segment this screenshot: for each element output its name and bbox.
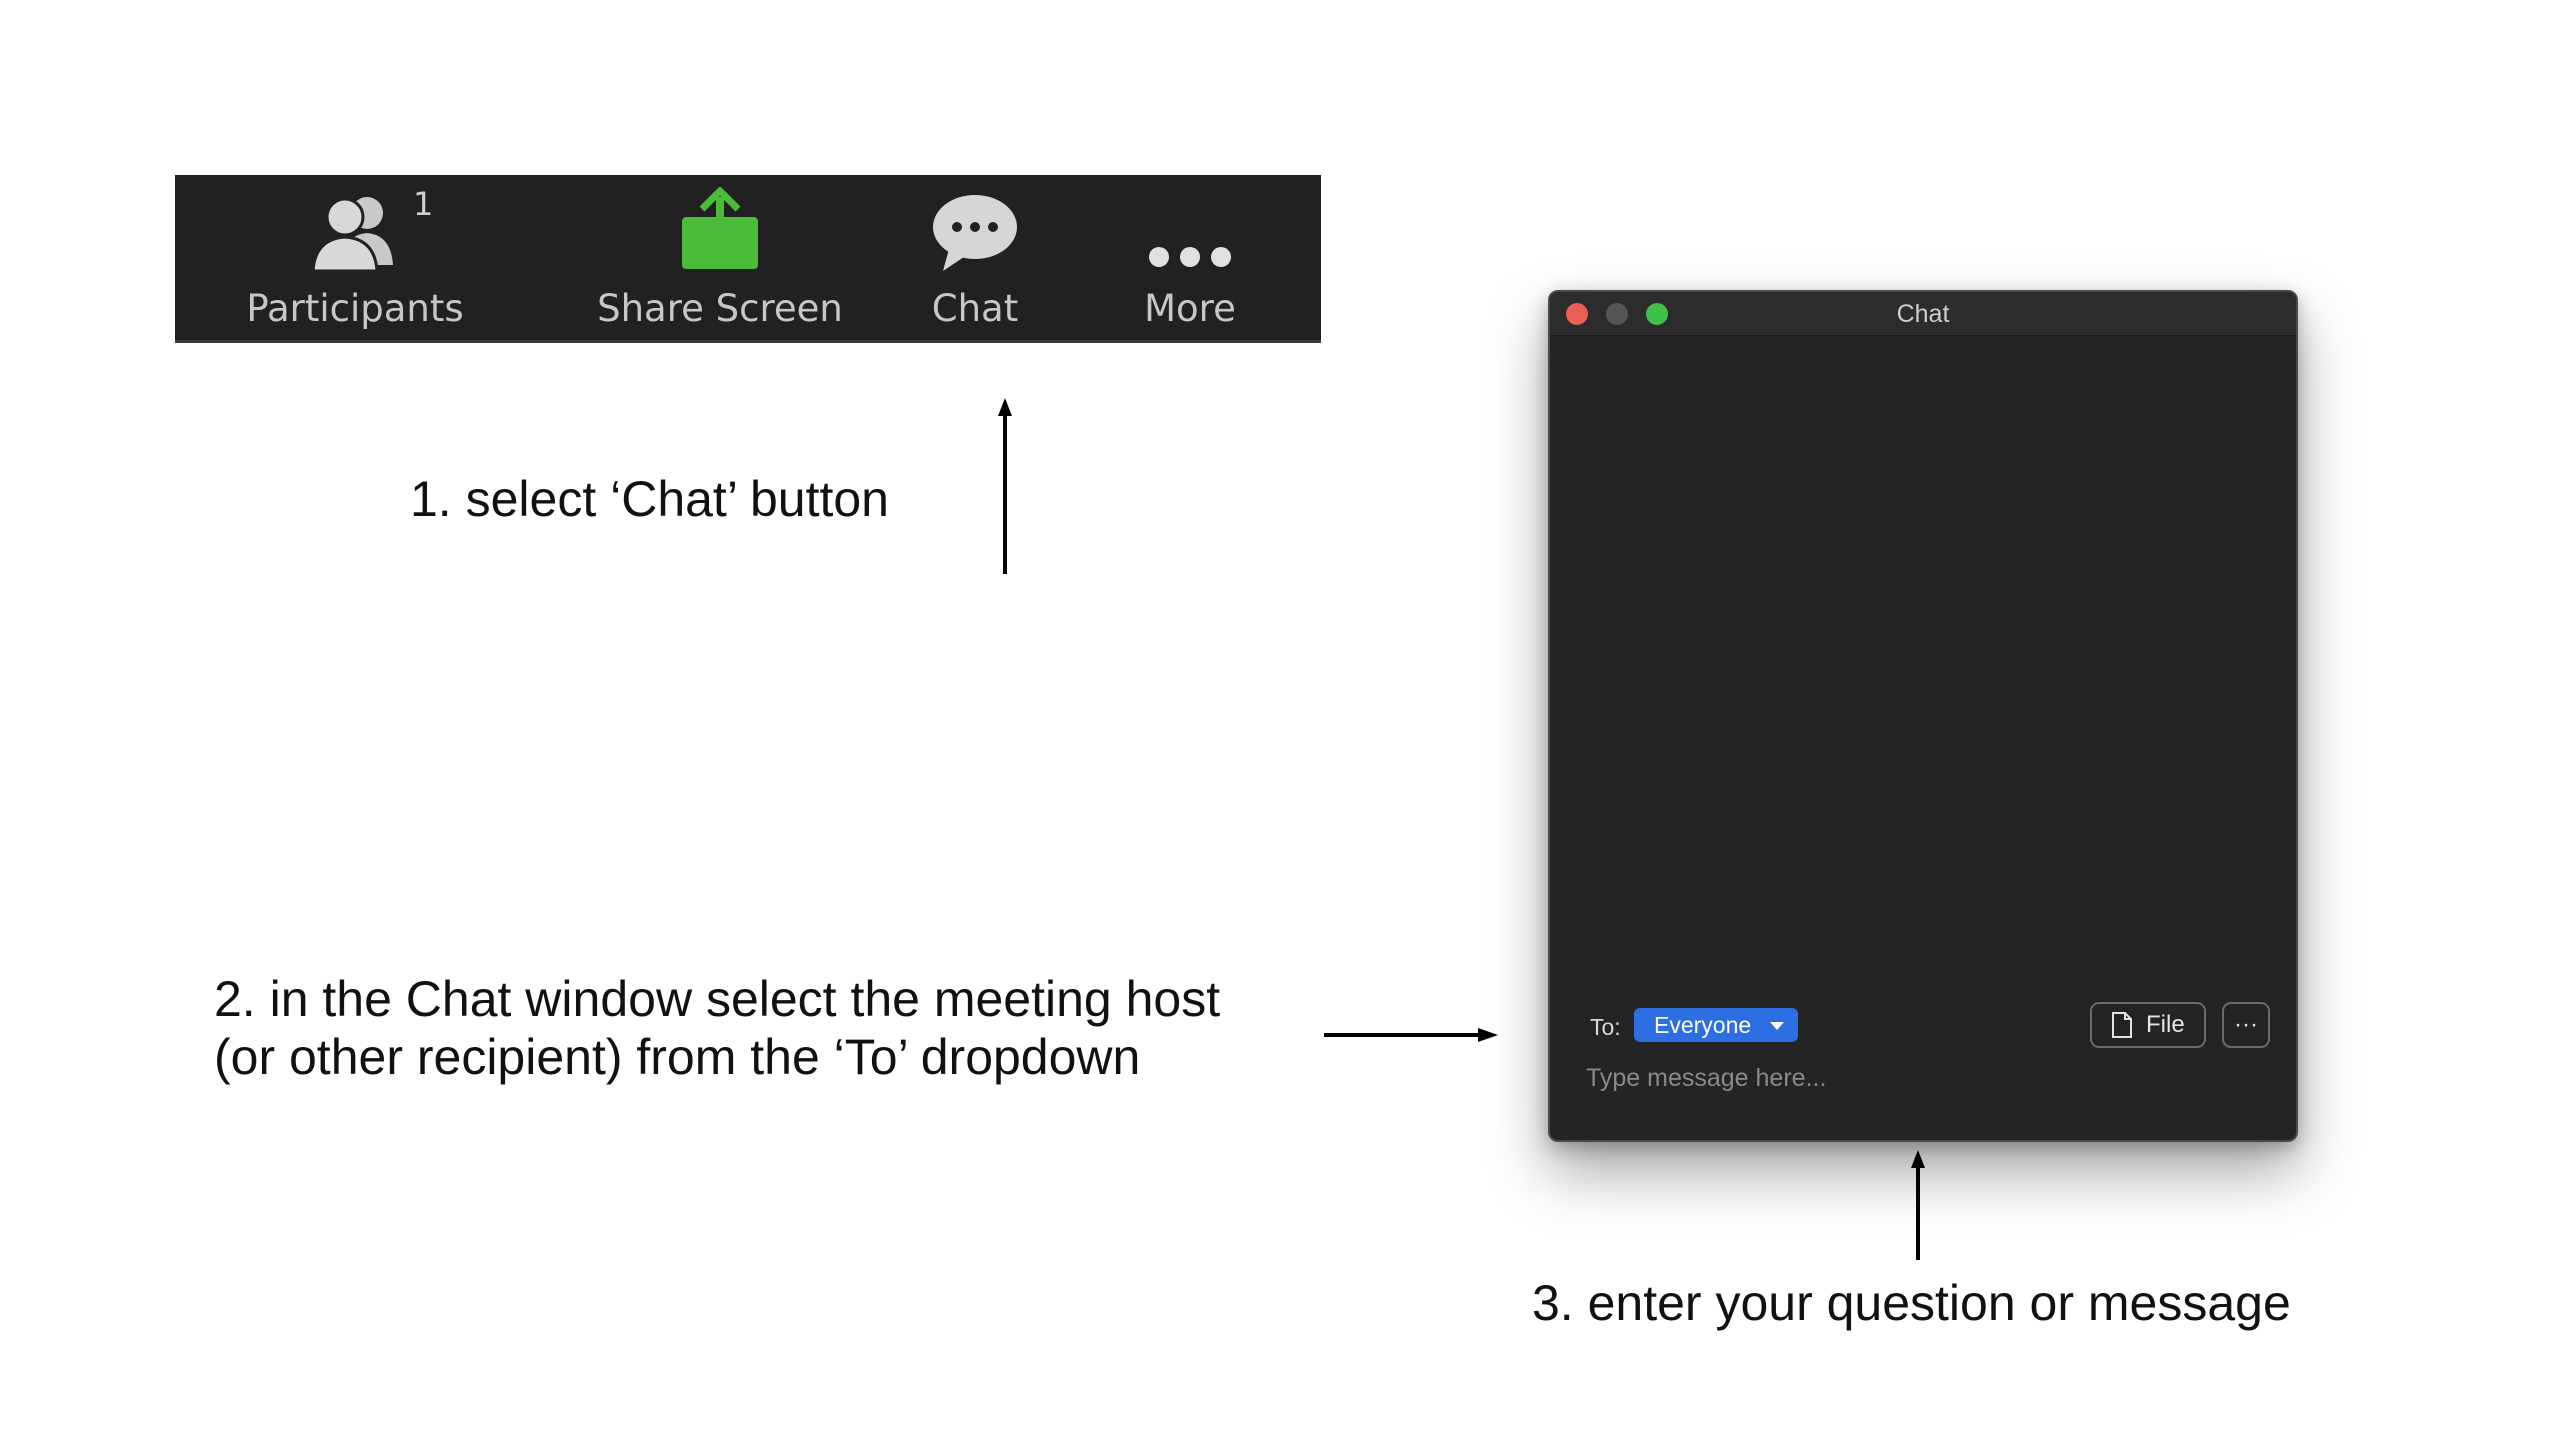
arrow-right-to-dropdown (1324, 1028, 1498, 1042)
share-screen-label: Share Screen (597, 287, 843, 330)
to-label: To: (1590, 1014, 1621, 1040)
participants-label: Participants (246, 287, 464, 330)
recipient-dropdown[interactable]: Everyone (1634, 1008, 1798, 1042)
arrow-up-to-message-input (1911, 1150, 1925, 1260)
caret-down-icon (1770, 1022, 1784, 1030)
share-screen-button[interactable]: Share Screen (580, 175, 860, 343)
message-input[interactable] (1586, 1058, 2266, 1098)
chat-window-titlebar: Chat (1550, 292, 2296, 336)
file-button-label: File (2146, 1011, 2185, 1038)
meeting-toolbar: 1 Participants Share Screen Chat More (175, 175, 1321, 343)
file-button[interactable]: File (2090, 1002, 2206, 1048)
chat-button[interactable]: Chat (900, 175, 1050, 343)
chat-bubble-icon (931, 175, 1019, 273)
participants-icon (305, 175, 405, 273)
more-options-button[interactable]: ··· (2222, 1002, 2270, 1048)
step2-line1: 2. in the Chat window select the meeting… (214, 971, 1221, 1027)
step3-instruction: 3. enter your question or message (1532, 1275, 2291, 1331)
step2-instruction: 2. in the Chat window select the meeting… (214, 970, 1220, 1086)
chat-label: Chat (931, 287, 1019, 330)
share-screen-icon (678, 175, 762, 273)
document-icon (2112, 1012, 2132, 1038)
chat-window-title: Chat (1896, 300, 1950, 328)
recipient-value: Everyone (1654, 1011, 1752, 1038)
more-label: More (1144, 287, 1236, 330)
ellipsis-icon: ··· (2234, 1011, 2258, 1038)
step1-instruction: 1. select ‘Chat’ button (410, 471, 889, 527)
chat-window: Chat To: Everyone File ··· (1548, 290, 2298, 1142)
participants-button[interactable]: 1 Participants (235, 175, 475, 343)
step2-line2: (or other recipient) from the ‘To’ dropd… (214, 1029, 1141, 1085)
participants-count-badge: 1 (413, 185, 434, 223)
arrow-up-to-chat-button (998, 398, 1012, 574)
more-button[interactable]: More (1115, 175, 1265, 343)
more-dots-icon (1145, 175, 1235, 273)
